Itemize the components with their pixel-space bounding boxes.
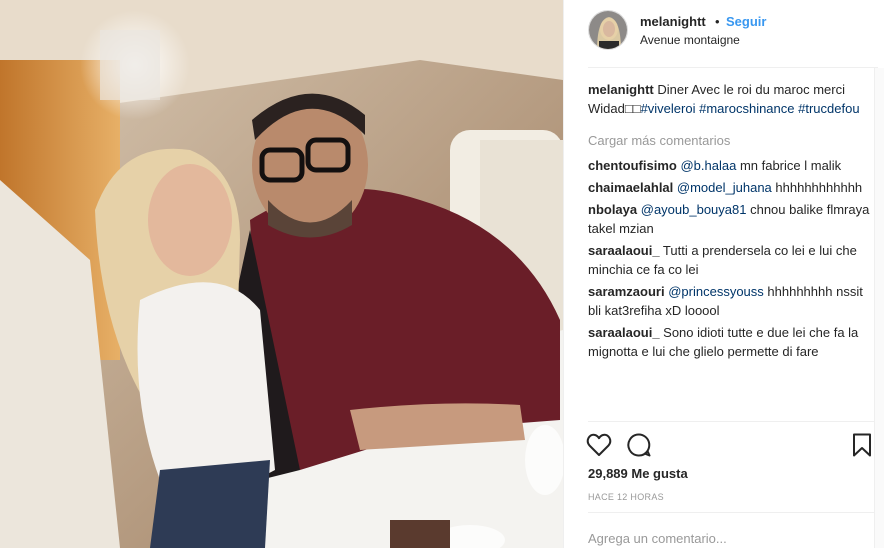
comments-list: melanightt Diner Avec le roi du maroc me…	[588, 80, 874, 364]
load-more-comments-button[interactable]: Cargar más comentarios	[588, 131, 874, 150]
caption: melanightt Diner Avec le roi du maroc me…	[588, 80, 874, 118]
post-author-username[interactable]: melanightt	[640, 14, 706, 29]
comment-item: chaimaelahlal @model_juhana hhhhhhhhhhhh	[588, 178, 874, 197]
follow-button[interactable]: Seguir	[726, 14, 766, 29]
comment-text: mn fabrice l malik	[736, 158, 842, 173]
divider	[588, 421, 878, 422]
comment-bubble-icon[interactable]	[626, 432, 652, 458]
comment-item: saramzaouri @princessyouss hhhhhhhhh nss…	[588, 282, 874, 320]
comment-item: saraalaoui_ Sono idioti tutte e due lei …	[588, 323, 874, 361]
post-timestamp[interactable]: HACE 12 HORAS	[588, 492, 664, 502]
comment-username[interactable]: chaimaelahlal	[588, 180, 673, 195]
post-photo-image	[0, 0, 563, 548]
comment-username[interactable]: saraalaoui_	[588, 243, 660, 258]
comment-username[interactable]: saramzaouri	[588, 284, 665, 299]
comment-mention[interactable]: @b.halaa	[680, 158, 736, 173]
comment-username[interactable]: nbolaya	[588, 202, 637, 217]
hashtag-link[interactable]: #marocshinance	[699, 101, 794, 116]
comment-username[interactable]: saraalaoui_	[588, 325, 660, 340]
likes-count[interactable]: 29,889 Me gusta	[588, 466, 688, 481]
comment-username[interactable]: chentoufisimo	[588, 158, 677, 173]
hashtag-link[interactable]: #viveleroi	[641, 101, 696, 116]
scrollbar[interactable]	[874, 68, 884, 548]
post-header: melanightt • Seguir Avenue montaigne	[588, 10, 878, 68]
post-location[interactable]: Avenue montaigne	[640, 33, 740, 47]
header-separator: •	[715, 14, 720, 29]
bookmark-icon[interactable]	[852, 433, 872, 457]
comment-item: nbolaya @ayoub_bouya81 chnou balike flmr…	[588, 200, 874, 238]
add-comment-input[interactable]	[588, 529, 868, 547]
comment-item: chentoufisimo @b.halaa mn fabrice l mali…	[588, 156, 874, 175]
hashtag-link[interactable]: #trucdefou	[798, 101, 859, 116]
post-details-panel: melanightt • Seguir Avenue montaigne mel…	[563, 0, 884, 548]
comment-item: saraalaoui_ Tutti a prendersela co lei e…	[588, 241, 874, 279]
divider	[588, 512, 878, 513]
comment-mention[interactable]: @princessyouss	[668, 284, 764, 299]
avatar[interactable]	[588, 10, 628, 50]
caption-username[interactable]: melanightt	[588, 82, 654, 97]
comment-mention[interactable]: @model_juhana	[677, 180, 772, 195]
comment-mention[interactable]: @ayoub_bouya81	[641, 202, 747, 217]
post-photo[interactable]	[0, 0, 563, 548]
comment-text: hhhhhhhhhhhh	[771, 180, 863, 195]
avatar-image	[589, 11, 627, 49]
heart-icon[interactable]	[586, 432, 612, 458]
